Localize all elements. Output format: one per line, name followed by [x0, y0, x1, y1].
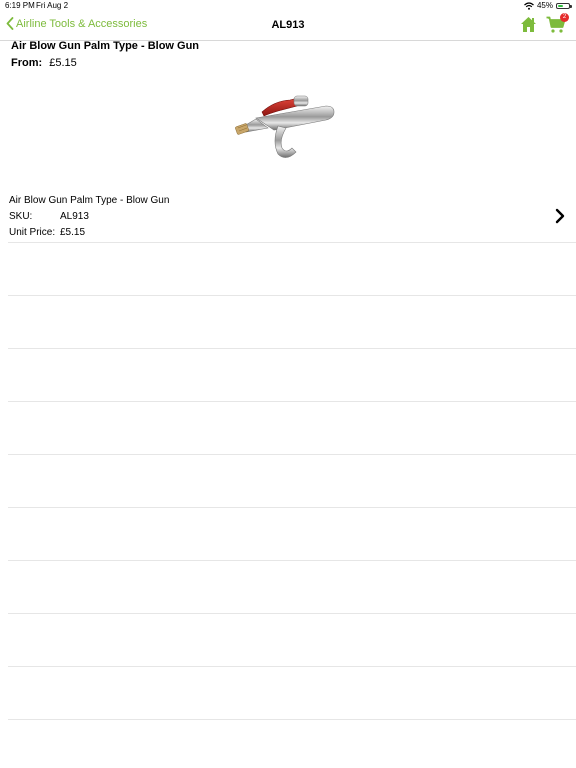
- from-price-row: From: £5.15: [11, 57, 77, 69]
- table-separator: [8, 719, 576, 720]
- chevron-right-icon[interactable]: [554, 208, 566, 224]
- table-separator: [8, 613, 576, 614]
- battery-percent: 45%: [536, 1, 553, 10]
- nav-bar: Airline Tools & Accessories AL913: [0, 12, 576, 41]
- table-separator: [8, 242, 576, 243]
- from-label: From:: [11, 57, 43, 69]
- status-date: Fri Aug 2: [36, 1, 69, 10]
- table-separator: [8, 401, 576, 402]
- status-time: 6:19 PM: [5, 1, 35, 10]
- product-image: [235, 95, 335, 158]
- table-separator: [8, 560, 576, 561]
- table-separator: [8, 666, 576, 667]
- status-right: 45%: [524, 1, 572, 10]
- table-separator: [8, 348, 576, 349]
- sku-label: SKU:: [9, 211, 33, 222]
- page-title: AL913: [271, 19, 305, 31]
- cart-count-badge: 2: [560, 13, 569, 22]
- battery-icon: [556, 2, 572, 9]
- table-separator: [8, 295, 576, 296]
- unit-price-value: £5.15: [60, 227, 86, 238]
- variant-name: Air Blow Gun Palm Type - Blow Gun: [9, 195, 170, 206]
- sku-value: AL913: [60, 211, 89, 222]
- variant-row[interactable]: Air Blow Gun Palm Type - Blow Gun SKU: A…: [0, 192, 576, 244]
- wifi-icon: [524, 1, 534, 10]
- unit-price-label: Unit Price:: [9, 227, 56, 238]
- from-price: £5.15: [49, 57, 77, 69]
- status-bar: 6:19 PM Fri Aug 2 45%: [0, 0, 576, 12]
- home-icon[interactable]: [520, 16, 537, 33]
- product-title: Air Blow Gun Palm Type - Blow Gun: [11, 40, 200, 52]
- table-separator: [8, 507, 576, 508]
- table-separator: [8, 454, 576, 455]
